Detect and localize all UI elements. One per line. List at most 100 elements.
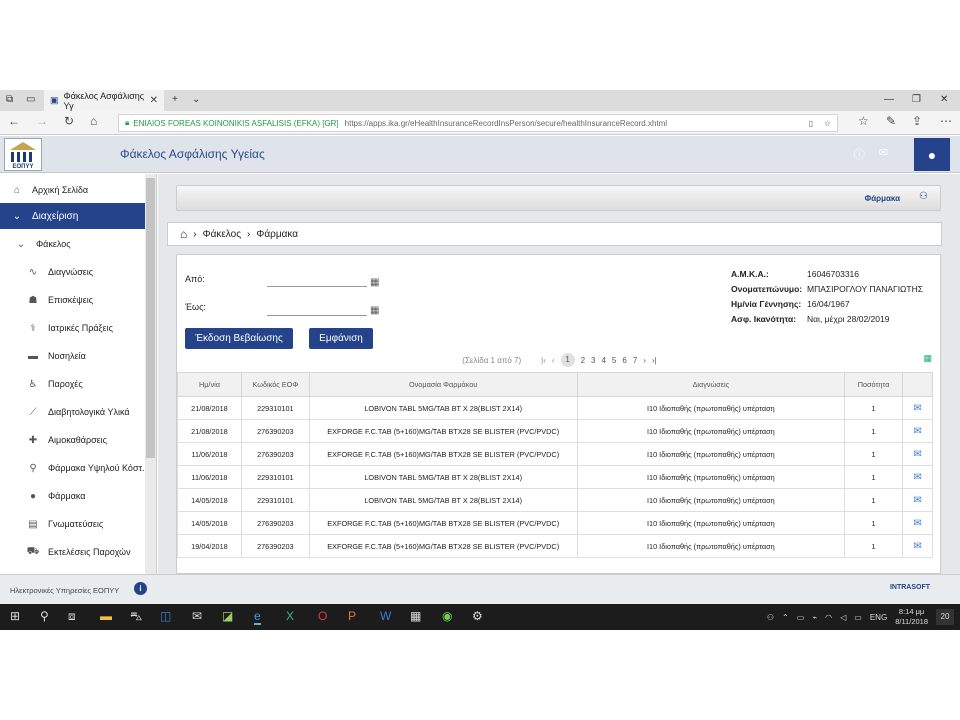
table-row[interactable]: 21/08/2018 276390203 EXFORGE F.C.TAB (5+16… (177, 419, 933, 443)
more-menu-icon[interactable]: ⋯ (940, 114, 952, 128)
from-date-input[interactable] (267, 286, 367, 287)
table-row[interactable]: 21/08/2018 229310101 LOBIVON TABL 5MG/TAB … (177, 396, 933, 420)
sidebar-item-benefits[interactable]: ♿︎ Παροχές (0, 370, 145, 398)
column-header[interactable]: Διαγνώσεις (576, 372, 846, 397)
tray-chevron-up-icon[interactable]: ⌃ (782, 613, 789, 622)
forward-icon[interactable]: → (36, 114, 48, 128)
eopyy-logo[interactable]: ΕΟΠΥΥ (4, 138, 42, 171)
first-page-icon[interactable]: |‹ (541, 356, 546, 365)
opera-icon[interactable]: O (318, 609, 327, 623)
page-1[interactable]: 1 (560, 353, 575, 367)
reading-view-icon[interactable]: ▯ (809, 119, 813, 128)
next-page-icon[interactable]: › (643, 356, 646, 365)
browser-tab[interactable]: ▣ Φάκελος Ασφάλισης Υγ ✕ (44, 90, 164, 111)
breadcrumb-record[interactable]: Φάκελος (203, 229, 241, 240)
sidebar-item-drugs[interactable]: ● Φάρμακα (0, 482, 145, 510)
close-tab-icon[interactable]: ✕ (150, 95, 158, 106)
tab-actions-icon[interactable]: ⧉ (6, 94, 13, 105)
task-view-icon[interactable]: ⧈ (68, 609, 76, 624)
powerpoint-icon[interactable]: P (348, 609, 356, 623)
user-account-button[interactable]: ● (914, 138, 950, 171)
page-5[interactable]: 5 (612, 356, 616, 365)
sidebar-item-home[interactable]: ⌂ Αρχική Σελίδα (0, 176, 145, 204)
url-field[interactable]: 🔒︎ ENIAIOS FOREAS KOINONIKIS ASFALISIS (… (118, 114, 838, 132)
send-prescription-icon[interactable]: ✉ (902, 488, 933, 512)
table-row[interactable]: 14/05/2018 276390203 EXFORGE F.C.TAB (5+16… (177, 511, 933, 535)
sidebar-item-diabetic-supplies[interactable]: ⟋ Διαβητολογικά Υλικά (0, 398, 145, 426)
word-icon[interactable]: W (380, 609, 391, 623)
page-7[interactable]: 7 (633, 356, 637, 365)
calendar-icon[interactable]: ▦ (370, 277, 379, 288)
table-row[interactable]: 11/06/2018 229310101 LOBIVON TABL 5MG/TAB … (177, 465, 933, 489)
sidebar-item-medical-acts[interactable]: ⚕ Ιατρικές Πράξεις (0, 314, 145, 342)
tab-list-chevron-icon[interactable]: ⌄ (192, 94, 200, 105)
window-close-icon[interactable]: ✕ (940, 94, 948, 105)
issue-certificate-button[interactable]: Έκδοση Βεβαίωσης (185, 328, 293, 349)
page-3[interactable]: 3 (591, 356, 595, 365)
send-prescription-icon[interactable]: ✉ (902, 511, 933, 535)
sidebar-scrollbar-thumb[interactable] (146, 178, 155, 458)
last-page-icon[interactable]: ›| (652, 356, 657, 365)
calculator-icon[interactable]: ▦ (410, 609, 421, 623)
info-icon[interactable]: i (134, 582, 147, 595)
favorites-hub-icon[interactable]: ☆ (858, 114, 869, 128)
send-prescription-icon[interactable]: ✉ (902, 419, 933, 443)
export-excel-icon[interactable]: ▦ (923, 353, 932, 364)
windows-start-icon[interactable]: ⊞ (10, 609, 20, 623)
maximize-icon[interactable]: ❐ (912, 94, 921, 105)
send-prescription-icon[interactable]: ✉ (902, 534, 933, 558)
table-row[interactable]: 19/04/2018 276390203 EXFORGE F.C.TAB (5+16… (177, 534, 933, 558)
show-button[interactable]: Εμφάνιση (309, 328, 373, 349)
people-icon[interactable]: ⚇ (767, 613, 774, 622)
calendar-icon[interactable]: ▦ (370, 305, 379, 316)
share-icon[interactable]: ⇪ (912, 114, 922, 128)
wifi-icon[interactable]: ◠ (825, 613, 832, 622)
clock[interactable]: 8:14 μμ 8/11/2018 (895, 607, 928, 627)
file-explorer-icon[interactable]: ▬ (100, 609, 112, 623)
refresh-icon[interactable]: ↻ (64, 114, 74, 128)
store-icon[interactable]: ⛍ (130, 609, 142, 625)
new-tab-icon[interactable]: + (172, 94, 178, 105)
sidebar-item-record[interactable]: ⌄ Φάκελος (0, 230, 145, 258)
maps-icon[interactable]: ◪ (222, 609, 233, 623)
volume-icon[interactable]: ◁ (840, 613, 846, 622)
page-2[interactable]: 2 (581, 356, 585, 365)
send-prescription-icon[interactable]: ✉ (902, 396, 933, 420)
prev-page-icon[interactable]: ‹ (552, 356, 555, 365)
info-icon[interactable]: ⓘ (854, 146, 865, 162)
sidebar-item-diagnoses[interactable]: ∿ Διαγνώσεις (0, 258, 145, 286)
column-header[interactable]: Ποσότητα (844, 372, 904, 397)
update-icon[interactable]: ◉ (442, 609, 452, 623)
edge-icon[interactable]: e (254, 609, 261, 625)
back-icon[interactable]: ← (8, 114, 20, 128)
outlook-icon[interactable]: ◫ (160, 609, 171, 623)
battery-icon[interactable]: ▭ (797, 613, 805, 622)
excel-icon[interactable]: X (286, 609, 294, 623)
sidebar-item-opinions[interactable]: ▤ Γνωματεύσεις (0, 510, 145, 538)
action-center-badge[interactable]: 20 (936, 609, 954, 625)
sidebar-item-management[interactable]: ⌄ Διαχείριση (0, 203, 145, 229)
usb-icon[interactable]: ⌁ (812, 613, 817, 622)
sidebar-item-hospitalization[interactable]: ▬ Νοσηλεία (0, 342, 145, 370)
language-indicator[interactable]: ENG (870, 613, 887, 622)
mail-app-icon[interactable]: ✉ (192, 609, 202, 623)
sidebar-item-visits[interactable]: ☗ Επισκέψεις (0, 286, 145, 314)
sidebar-item-high-cost-drugs[interactable]: ⚲ Φάρμακα Υψηλού Κόστ. (0, 454, 145, 482)
tab-preview-icon[interactable]: ▭ (26, 94, 35, 105)
sidebar-item-dialysis[interactable]: ✚ Αιμοκαθάρσεις (0, 426, 145, 454)
send-prescription-icon[interactable]: ✉ (902, 442, 933, 466)
sidebar-item-benefit-executions[interactable]: ⛟ Εκτελέσεις Παροχών (0, 538, 145, 566)
home-browser-icon[interactable]: ⌂ (90, 114, 97, 128)
keyboard-icon[interactable]: ▭ (854, 613, 862, 622)
home-icon[interactable]: ⌂ (180, 227, 187, 241)
page-4[interactable]: 4 (601, 356, 605, 365)
column-header[interactable]: Ημ/νία (177, 372, 242, 397)
settings-gear-icon[interactable]: ⚙ (472, 609, 483, 623)
table-row[interactable]: 14/05/2018 229310101 LOBIVON TABL 5MG/TAB … (177, 488, 933, 512)
page-6[interactable]: 6 (622, 356, 626, 365)
send-prescription-icon[interactable]: ✉ (902, 465, 933, 489)
column-header[interactable]: Κωδικός ΕΟΦ (240, 372, 310, 397)
to-date-input[interactable] (267, 315, 367, 316)
minimize-icon[interactable]: — (884, 94, 894, 105)
table-row[interactable]: 11/06/2018 276390203 EXFORGE F.C.TAB (5+16… (177, 442, 933, 466)
